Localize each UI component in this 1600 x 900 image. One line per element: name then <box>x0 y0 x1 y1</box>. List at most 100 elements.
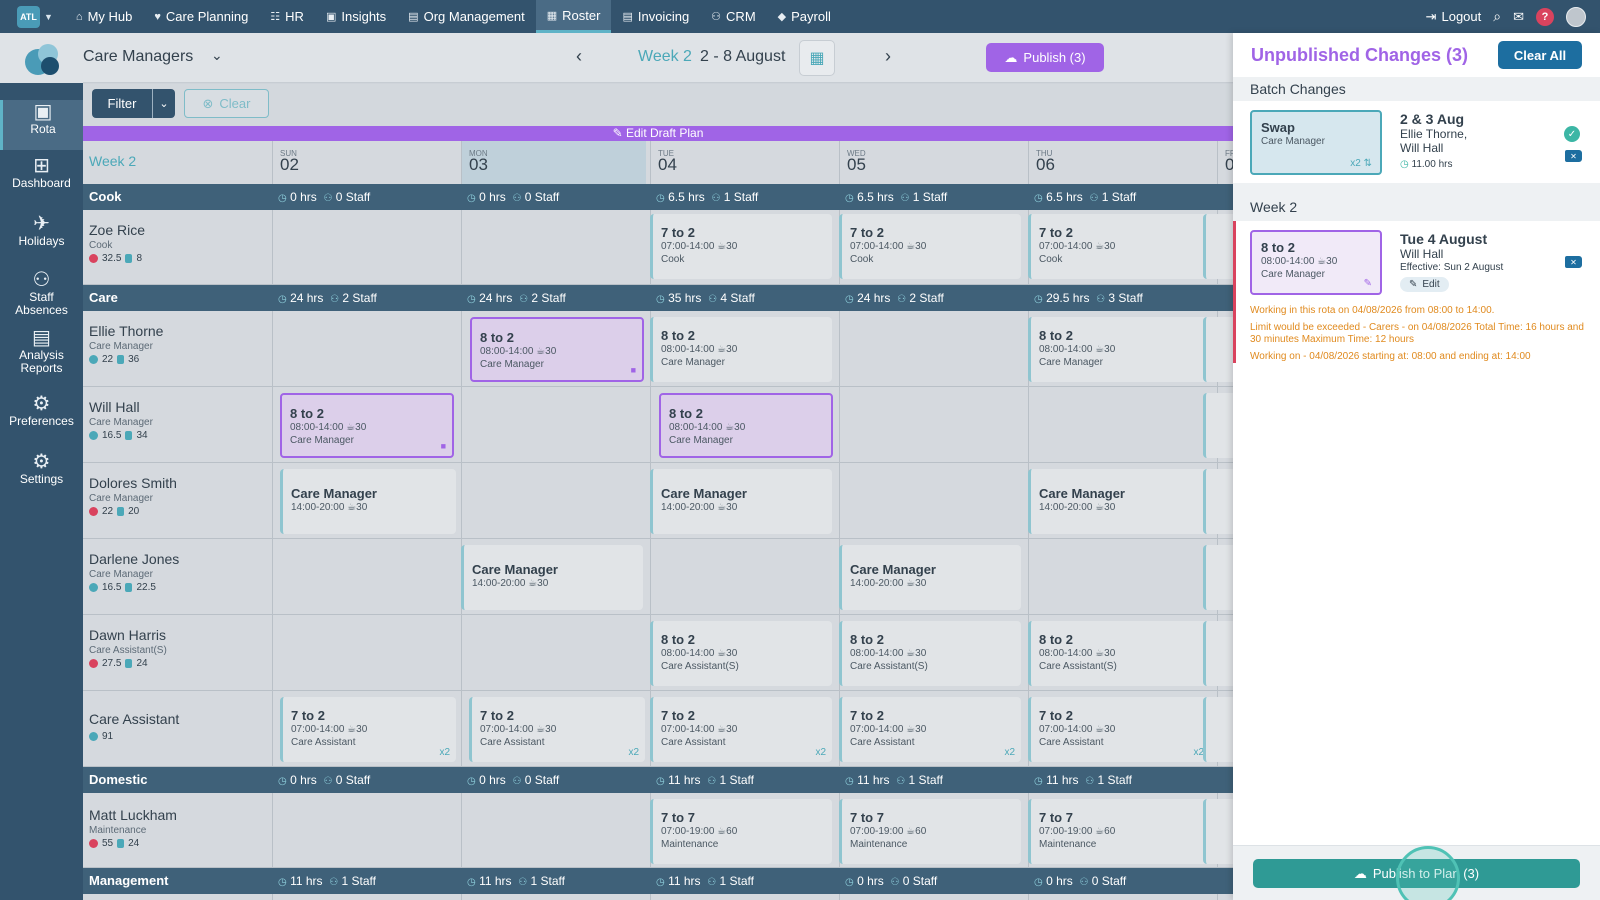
delete-icon[interactable]: ✕ <box>1565 256 1582 268</box>
shift-card[interactable]: 8 to 2 08:00-14:00 ☕30 Care Assistant(S) <box>839 621 1021 686</box>
shift-card[interactable]: 7 to 2 07:00-14:00 ☕30 Care Assistant x2 <box>650 697 832 762</box>
clock-icon: ◷ <box>1034 193 1043 204</box>
draft-shift-card[interactable]: 8 to 2 08:00-14:00 ☕30 Care Manager ■ <box>280 393 454 458</box>
sidebar-item-settings[interactable]: ⚙ Settings <box>0 451 83 506</box>
draft-shift-card[interactable]: 8 to 2 08:00-14:00 ☕30 Care Manager <box>659 393 833 458</box>
shift-card[interactable]: 8 to 2 08:00-14:00 ☕30 Care Manager <box>1028 317 1210 382</box>
clock-icon: ◷ <box>467 776 476 787</box>
sidebar-item-holidays[interactable]: ✈ Holidays <box>0 214 83 268</box>
edit-button[interactable]: ✎ Edit <box>1400 277 1449 292</box>
chevron-down-icon[interactable]: ▼ <box>44 12 53 22</box>
shift-card[interactable]: 7 to 7 07:00-19:00 ☕60 Maintenance <box>1028 799 1210 864</box>
draft-shift-card[interactable]: 8 to 2 08:00-14:00 ☕30 Care Manager ■ <box>470 317 644 382</box>
shift-card-partial[interactable] <box>1203 697 1233 762</box>
chevron-down-icon[interactable]: ⌄ <box>152 89 175 118</box>
nav-crm[interactable]: ⚇ CRM <box>700 0 766 33</box>
break-icon: ☕ <box>528 578 538 589</box>
sidebar-item-analysis-reports[interactable]: ▤ Analysis Reports <box>0 328 83 388</box>
hours-icon <box>89 431 98 440</box>
gear-icon: ⚙ <box>32 451 51 473</box>
search-icon[interactable]: ⌕ <box>1493 8 1501 25</box>
calendar-button[interactable]: ▦ <box>799 40 835 76</box>
shift-card-partial[interactable] <box>1203 621 1233 686</box>
nav-care-planning[interactable]: ♥ Care Planning <box>143 0 259 33</box>
day-date: 0 <box>1225 155 1233 174</box>
nav-org-management[interactable]: ▤ Org Management <box>397 0 536 33</box>
mail-icon[interactable]: ✉ <box>1513 9 1524 25</box>
sidebar-item-staff-absences[interactable]: ⚇ Staff Absences <box>0 270 83 330</box>
team-selector[interactable]: Care Managers <box>83 48 193 66</box>
employee-name[interactable]: Zoe Rice <box>89 222 145 238</box>
shift-card[interactable]: 7 to 2 07:00-14:00 ☕30 Care Assistant x2 <box>839 697 1021 762</box>
employee-name[interactable]: Matt Luckham <box>89 807 177 823</box>
publish-button[interactable]: ☁ Publish (3) <box>986 43 1104 72</box>
employee-name[interactable]: Will Hall <box>89 399 140 415</box>
shift-card[interactable]: Care Manager 14:00-20:00 ☕30 <box>461 545 643 610</box>
shift-role: Care Assistant(S) <box>1039 661 1117 672</box>
sidebar-item-rota[interactable]: ▣ Rota <box>0 100 83 150</box>
day-head-mon: MON 03 <box>461 141 650 184</box>
sidebar-item-preferences[interactable]: ⚙ Preferences <box>0 394 83 448</box>
nav-my-hub[interactable]: ⌂ My Hub <box>65 0 143 33</box>
shift-card[interactable]: 7 to 7 07:00-19:00 ☕60 Maintenance <box>650 799 832 864</box>
employee-role: Care Assistant(S) <box>89 645 167 656</box>
employee-name[interactable]: Care Assistant <box>89 711 179 727</box>
nav-hr[interactable]: ☷ HR <box>259 0 315 33</box>
shift-card[interactable]: Care Manager 14:00-20:00 ☕30 <box>650 469 832 534</box>
help-button[interactable]: ? <box>1536 7 1554 26</box>
swap-preview-card[interactable]: Swap Care Manager x2 ⇅ <box>1250 110 1382 175</box>
sidebar-item-dashboard[interactable]: ⊞ Dashboard <box>0 156 83 210</box>
break-icon: ☕ <box>1095 826 1105 837</box>
nav-payroll[interactable]: ◆ Payroll <box>767 0 842 33</box>
shift-card[interactable]: 8 to 2 08:00-14:00 ☕30 Care Assistant(S) <box>650 621 832 686</box>
shift-card-partial[interactable] <box>1203 317 1233 382</box>
avatar[interactable] <box>1566 6 1586 27</box>
chevron-right-icon[interactable]: › <box>885 46 891 67</box>
shift-card[interactable]: 7 to 2 07:00-14:00 ☕30 Care Assistant x2 <box>469 697 645 762</box>
employee-name[interactable]: Dawn Harris <box>89 627 166 643</box>
chevron-down-icon[interactable]: ⌄ <box>211 47 223 64</box>
shift-card[interactable]: 8 to 2 08:00-14:00 ☕30 Care Assistant(S) <box>1028 621 1210 686</box>
shift-card[interactable]: 7 to 2 07:00-14:00 ☕30 Care Assistant x2 <box>1028 697 1210 762</box>
filter-button[interactable]: Filter <box>92 89 152 118</box>
shift-change-item[interactable]: 8 to 2 08:00-14:00 ☕30 Care Manager ✎ Tu… <box>1233 221 1600 397</box>
clear-all-button[interactable]: Clear All <box>1498 41 1582 69</box>
shift-preview-card[interactable]: 8 to 2 08:00-14:00 ☕30 Care Manager ✎ <box>1250 230 1382 295</box>
batch-change-item[interactable]: Swap Care Manager x2 ⇅ 2 & 3 Aug Ellie T… <box>1233 101 1600 183</box>
shift-card-partial[interactable] <box>1203 799 1233 864</box>
shift-card[interactable]: Care Manager 14:00-20:00 ☕30 <box>839 545 1021 610</box>
break-icon: ☕ <box>347 724 357 735</box>
employee-stats: 22 20 <box>89 506 139 517</box>
shift-card-partial[interactable] <box>1203 393 1233 458</box>
shift-card[interactable]: 7 to 2 07:00-14:00 ☕30 Cook <box>839 214 1021 279</box>
employee-name[interactable]: Dolores Smith <box>89 475 177 491</box>
check-icon[interactable]: ✓ <box>1564 126 1580 142</box>
shift-card[interactable]: 7 to 2 07:00-14:00 ☕30 Care Assistant x2 <box>280 697 456 762</box>
org-badge[interactable]: ATL <box>17 5 40 28</box>
shift-card-partial[interactable] <box>1203 469 1233 534</box>
employee-name[interactable]: Ellie Thorne <box>89 323 163 339</box>
shift-card-partial[interactable] <box>1203 214 1233 279</box>
shift-card[interactable]: Care Manager 14:00-20:00 ☕30 <box>1028 469 1210 534</box>
shift-card-partial[interactable] <box>1203 545 1233 610</box>
heart-icon: ♥ <box>154 10 161 23</box>
employee-name[interactable]: Darlene Jones <box>89 551 179 567</box>
chevron-left-icon[interactable]: ‹ <box>576 46 582 67</box>
sidebar-item-label: Rota <box>30 122 56 136</box>
nav-invoicing[interactable]: ▤ Invoicing <box>611 0 700 33</box>
shift-card[interactable]: 8 to 2 08:00-14:00 ☕30 Care Manager <box>650 317 832 382</box>
group-name: Cook <box>89 189 122 204</box>
shift-title: Care Manager <box>850 562 936 577</box>
shift-card[interactable]: 7 to 2 07:00-14:00 ☕30 Cook <box>650 214 832 279</box>
shift-card[interactable]: 7 to 2 07:00-14:00 ☕30 Cook <box>1028 214 1210 279</box>
shift-card[interactable]: Care Manager 14:00-20:00 ☕30 <box>280 469 456 534</box>
edit-draft-banner[interactable]: ✎ Edit Draft Plan <box>83 126 1233 141</box>
delete-icon[interactable]: ✕ <box>1565 150 1582 162</box>
shift-card[interactable]: 7 to 7 07:00-19:00 ☕60 Maintenance <box>839 799 1021 864</box>
logout-button[interactable]: ⇥ Logout <box>1426 9 1482 25</box>
batch-hours: ◷ 11.00 hrs <box>1400 159 1453 170</box>
nav-insights[interactable]: ▣ Insights <box>315 0 397 33</box>
nav-roster[interactable]: ▦ Roster <box>535 0 612 33</box>
clear-filter-button[interactable]: ⊗ Clear <box>184 89 269 118</box>
chart-icon: ▣ <box>325 11 337 23</box>
